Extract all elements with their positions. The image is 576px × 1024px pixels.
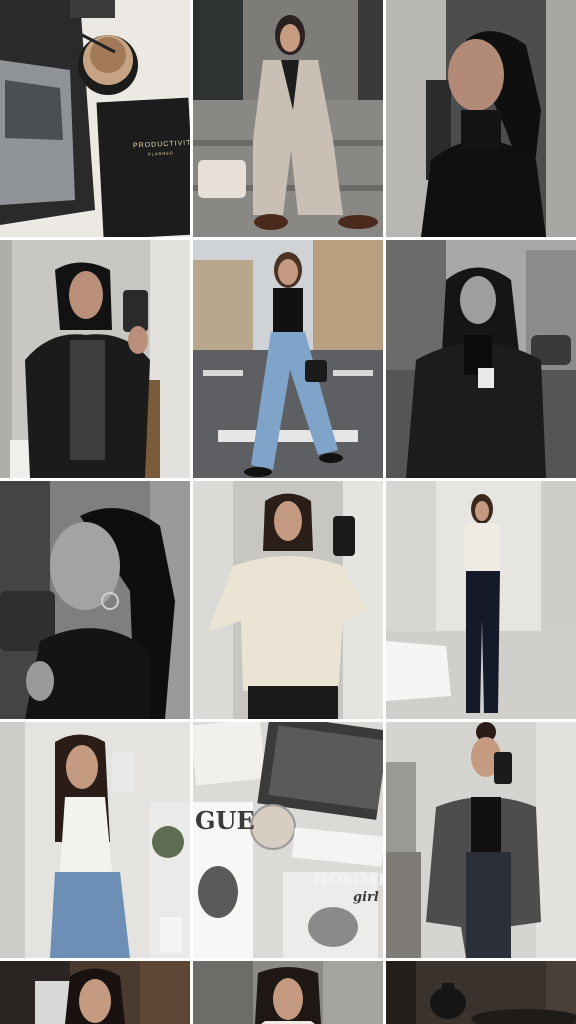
post-image (386, 0, 576, 237)
post-tile-mirror-black-blazer[interactable] (0, 240, 190, 478)
post-image (386, 961, 576, 1024)
post-tile-magazines-flatlay[interactable]: GUE HOMME girl (193, 722, 383, 958)
magazine-masthead-2: HOMME (313, 870, 383, 889)
post-image (386, 722, 576, 958)
post-image (0, 481, 190, 719)
post-image (193, 961, 383, 1024)
photo-grid: PRODUCTIVITY PLANNER GUE HOMME girl (0, 0, 576, 1024)
post-image (193, 722, 383, 958)
post-image (193, 481, 383, 719)
post-tile-row5-interior[interactable] (386, 961, 576, 1024)
post-image (193, 240, 383, 478)
post-image (386, 240, 576, 478)
post-tile-leather-coat-bw[interactable] (386, 240, 576, 478)
post-image (0, 240, 190, 478)
post-image (193, 0, 383, 237)
post-tile-row5-portrait[interactable] (0, 961, 190, 1024)
post-image (0, 961, 190, 1024)
post-tile-white-top-navy[interactable] (386, 481, 576, 719)
magazine-masthead-1: GUE (195, 806, 255, 835)
post-tile-street-jeans[interactable] (193, 240, 383, 478)
post-tile-white-tank-jeans[interactable] (0, 722, 190, 958)
post-tile-row5-coat[interactable] (193, 961, 383, 1024)
post-image (0, 0, 190, 237)
post-tile-grey-blazer[interactable] (386, 722, 576, 958)
post-image (0, 722, 190, 958)
post-tile-bw-profile[interactable] (0, 481, 190, 719)
post-image (386, 481, 576, 719)
post-tile-black-turtleneck[interactable] (386, 0, 576, 237)
magazine-masthead-3: girl (353, 890, 379, 905)
post-tile-productivity-desk[interactable]: PRODUCTIVITY PLANNER (0, 0, 190, 237)
post-tile-cream-knit[interactable] (193, 481, 383, 719)
post-tile-beige-suit[interactable] (193, 0, 383, 237)
